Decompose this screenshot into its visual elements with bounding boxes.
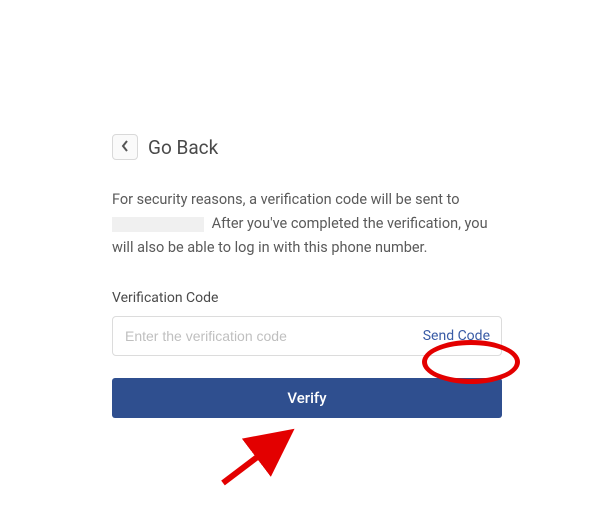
verification-panel: Go Back For security reasons, a verifica… [112,134,502,418]
verification-description: For security reasons, a verification cod… [112,188,502,260]
desc-part1: For security reasons, a verification cod… [112,191,460,208]
verification-input-group: Send Code [112,316,502,356]
go-back-button[interactable] [112,134,138,160]
verification-code-label: Verification Code [112,290,502,306]
annotation-arrow [213,428,303,492]
go-back-label: Go Back [148,136,218,159]
masked-phone-number [112,217,204,232]
chevron-left-icon [121,140,129,155]
verify-button[interactable]: Verify [112,378,502,418]
back-row: Go Back [112,134,502,160]
send-code-button[interactable]: Send Code [423,328,490,344]
